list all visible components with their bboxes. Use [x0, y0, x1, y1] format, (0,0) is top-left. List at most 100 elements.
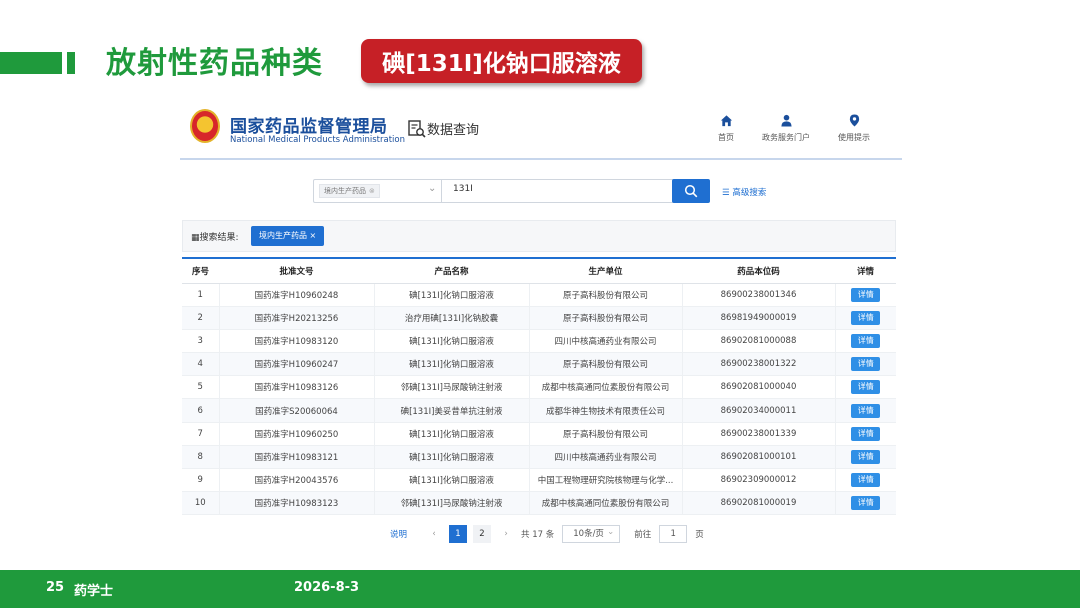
footer-date: 2026-8-3	[294, 580, 360, 595]
cell-approval-no: 国药准字H10983126	[219, 375, 375, 400]
cell-index: 2	[182, 306, 220, 330]
national-emblem-icon	[190, 109, 220, 143]
cell-product-name: 邻碘[131I]马尿酸钠注射液	[374, 491, 530, 516]
tag-remove-icon[interactable]: ⊗	[369, 187, 375, 195]
cell-index: 5	[182, 375, 220, 400]
search-bar: 境内生产药品 ⊗ ⌄ 131I	[313, 179, 709, 203]
cell-approval-no: 国药准字H10960247	[219, 352, 375, 377]
cell-approval-no: 国药准字H10983123	[219, 491, 375, 516]
page-1-button[interactable]: 1	[449, 525, 468, 543]
col-header-product-name: 产品名称	[374, 257, 529, 284]
cell-index: 8	[182, 445, 220, 470]
close-icon[interactable]: ×	[310, 231, 317, 240]
detail-button[interactable]: 详情	[851, 426, 881, 441]
cell-product-name: 治疗用碘[131I]化钠胶囊	[374, 306, 530, 330]
cell-product-name: 碘[131I]化钠口服溶液	[374, 283, 530, 307]
col-header-approval-no: 批准文号	[219, 257, 374, 284]
table-row: 3 国药准字H10983120 碘[131I]化钠口服溶液 四川中核高通药业有限公司 8…	[182, 329, 896, 354]
detail-button[interactable]: 详情	[851, 473, 881, 488]
chevron-down-icon[interactable]: ⌄	[428, 183, 436, 194]
slide-title: 放射性药品种类	[106, 46, 323, 81]
cell-product-name: 碘[131I]化钠口服溶液	[374, 422, 530, 446]
table-row: 6 国药准字S20060064 碘[131I]美妥昔单抗注射液 成都华神生物技术有限责…	[182, 398, 896, 423]
table-body: 1 国药准字H10960248 碘[131I]化钠口服溶液 原子高科股份有限公司 869…	[182, 283, 896, 516]
detail-button[interactable]: 详情	[851, 357, 881, 372]
goto-page-input[interactable]: 1	[659, 525, 688, 543]
page-2-button[interactable]: 2	[473, 525, 492, 543]
detail-button[interactable]: 详情	[851, 310, 881, 325]
pagination-help-link[interactable]: 说明	[390, 528, 407, 540]
col-header-manufacturer: 生产单位	[529, 257, 682, 284]
cell-drug-code: 86902081000101	[682, 445, 836, 470]
detail-button[interactable]: 详情	[851, 380, 881, 395]
grid-icon: ▦	[191, 233, 200, 243]
cell-detail: 详情	[835, 422, 896, 446]
results-bar: ▦搜索结果: 境内生产药品 ×	[182, 220, 896, 252]
category-tag-label: 境内生产药品	[324, 187, 366, 195]
prev-page-button[interactable]: ‹	[425, 525, 443, 543]
data-query-title: 数据查询	[427, 123, 480, 138]
goto-suffix: 页	[695, 530, 704, 540]
cell-drug-code: 86902309000012	[682, 468, 836, 493]
advanced-search-link[interactable]: ☰ 高级搜索	[722, 186, 766, 198]
cell-manufacturer: 成都中核高通同位素股份有限公司	[529, 491, 683, 516]
org-name-cn[interactable]: 国家药品监督管理局	[230, 112, 388, 137]
nav-usage-tips[interactable]: 使用提示	[838, 114, 870, 143]
cell-index: 9	[182, 468, 220, 493]
detail-button[interactable]: 详情	[851, 403, 881, 418]
search-button[interactable]	[672, 179, 710, 203]
filter-chip-label: 境内生产药品	[259, 231, 307, 240]
title-accent-bar-small	[67, 52, 75, 74]
cell-drug-code: 86900238001339	[682, 422, 836, 446]
category-select[interactable]: 境内生产药品 ⊗ ⌄	[314, 180, 442, 202]
cell-manufacturer: 原子高科股份有限公司	[529, 283, 683, 307]
cell-drug-code: 86981949000019	[682, 306, 836, 330]
title-accent-bar	[0, 52, 62, 74]
cell-detail: 详情	[835, 306, 896, 330]
cell-detail: 详情	[835, 329, 896, 354]
detail-button[interactable]: 详情	[851, 287, 881, 302]
cell-manufacturer: 四川中核高通药业有限公司	[529, 329, 683, 354]
nav-gov-portal[interactable]: 政务服务门户	[762, 114, 810, 143]
cell-index: 3	[182, 329, 220, 354]
page-size-select[interactable]: 10条/页	[562, 524, 621, 543]
next-page-button[interactable]: ›	[497, 525, 515, 543]
detail-button[interactable]: 详情	[851, 496, 881, 511]
cell-product-name: 碘[131I]化钠口服溶液	[374, 329, 530, 354]
nav-usage-tips-label: 使用提示	[838, 133, 870, 142]
detail-button[interactable]: 详情	[851, 333, 881, 348]
cell-product-name: 碘[131I]化钠口服溶液	[374, 468, 530, 493]
detail-button[interactable]: 详情	[851, 449, 881, 464]
table-row: 4 国药准字H10960247 碘[131I]化钠口服溶液 原子高科股份有限公司 869…	[182, 352, 896, 377]
cell-drug-code: 86902081000019	[682, 491, 836, 516]
cell-drug-code: 86902081000040	[682, 375, 836, 400]
filter-icon: ☰	[722, 188, 733, 198]
cell-index: 1	[182, 283, 220, 307]
cell-detail: 详情	[835, 283, 896, 307]
search-input[interactable]: 131I	[453, 184, 473, 194]
cell-manufacturer: 成都中核高通同位素股份有限公司	[529, 375, 683, 400]
table-row: 7 国药准字H10960250 碘[131I]化钠口服溶液 原子高科股份有限公司 869…	[182, 422, 896, 446]
data-query-icon	[408, 120, 426, 138]
cell-manufacturer: 原子高科股份有限公司	[529, 352, 683, 377]
table-row: 9 国药准字H20043576 碘[131I]化钠口服溶液 中国工程物理研究院核物理与…	[182, 468, 896, 493]
nav-gov-portal-label: 政务服务门户	[762, 133, 810, 142]
nav-home[interactable]: 首页	[718, 114, 734, 143]
page-number: 25	[46, 580, 65, 595]
cell-product-name: 碘[131I]化钠口服溶液	[374, 445, 530, 470]
filter-chip[interactable]: 境内生产药品 ×	[251, 226, 325, 246]
results-label-text: 搜索结果:	[199, 233, 239, 243]
cell-approval-no: 国药准字H10960248	[219, 283, 375, 307]
slide: 放射性药品种类 碘[131I]化钠口服溶液 国家药品监督管理局 National…	[0, 0, 1080, 608]
cell-product-name: 邻碘[131I]马尿酸钠注射液	[374, 375, 530, 400]
goto-label: 前往	[634, 530, 652, 540]
cell-detail: 详情	[835, 445, 896, 470]
category-tag[interactable]: 境内生产药品 ⊗	[319, 184, 380, 198]
cell-approval-no: 国药准字H10960250	[219, 422, 375, 446]
cell-manufacturer: 中国工程物理研究院核物理与化学...	[529, 468, 683, 493]
cell-index: 10	[182, 491, 220, 516]
cell-drug-code: 86902034000011	[682, 398, 836, 423]
cell-manufacturer: 四川中核高通药业有限公司	[529, 445, 683, 470]
results-label: ▦搜索结果:	[191, 230, 239, 243]
org-name-en: National Medical Products Administration	[230, 135, 405, 145]
